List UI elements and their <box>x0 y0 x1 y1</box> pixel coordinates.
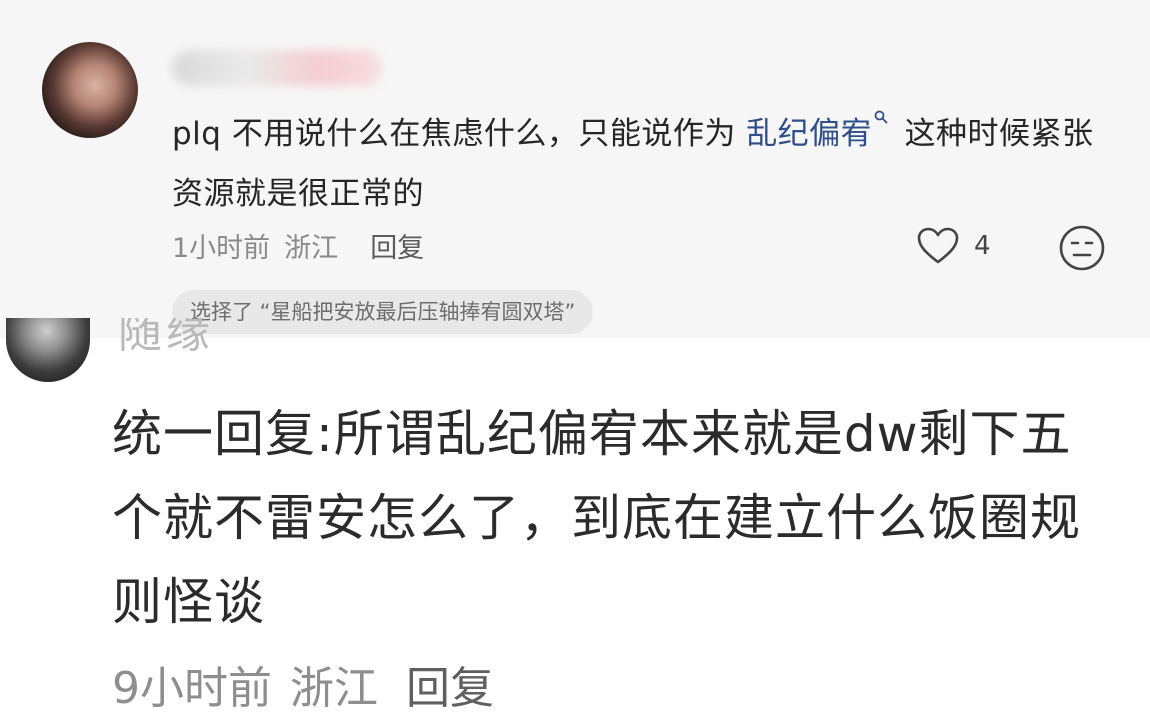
comment-1-keyword-link[interactable]: 乱纪偏宥 <box>746 116 872 152</box>
comment-1-panel: plq 不用说什么在焦虑什么，只能说作为 乱纪偏宥 这种时候紧张资源就是很正常的… <box>0 0 1150 338</box>
username-partial[interactable]: 随缘 <box>118 318 248 354</box>
avatar[interactable] <box>6 318 90 382</box>
comment-1-reply-button[interactable]: 回复 <box>370 226 424 265</box>
emoji-face-icon[interactable] <box>1058 224 1106 272</box>
comment-2-location: 浙江 <box>290 663 378 714</box>
heart-icon <box>917 227 959 264</box>
comment-2-time: 9小时前 <box>112 663 272 714</box>
search-icon[interactable] <box>874 110 888 124</box>
comment-1-meta: 1小时前 浙江 回复 <box>172 226 424 265</box>
comment-1-time: 1小时前 <box>172 233 271 264</box>
comment-1-like-count: 4 <box>974 231 991 261</box>
comment-2-meta: 9小时前 浙江 回复 <box>112 652 494 714</box>
username-blurred[interactable] <box>172 50 382 86</box>
avatar[interactable] <box>42 42 138 138</box>
comment-2-body: 统一回复:所谓乱纪偏宥本来就是dw剩下五个就不雷安怎么了，到底在建立什么饭圈规则… <box>112 405 1081 631</box>
comment-1-location: 浙江 <box>284 233 339 264</box>
username-text: 随缘 <box>118 318 214 354</box>
comment-2-reply-button[interactable]: 回复 <box>406 652 494 714</box>
comment-1-text-prefix: plq 不用说什么在焦虑什么，只能说作为 <box>172 116 747 152</box>
comment-1-body: plq 不用说什么在焦虑什么，只能说作为 乱纪偏宥 这种时候紧张资源就是很正常的 <box>172 104 1112 224</box>
comment-1-like-button[interactable]: 4 <box>916 226 991 266</box>
